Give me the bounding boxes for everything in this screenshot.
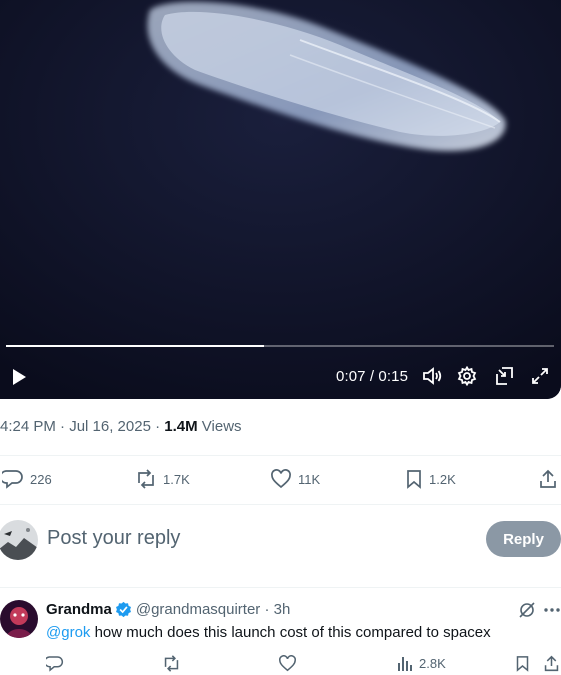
divider xyxy=(0,504,561,505)
video-progress-fill xyxy=(6,345,264,347)
repost-action[interactable]: 1.7K xyxy=(135,469,190,489)
like-action[interactable]: 11K xyxy=(270,469,320,489)
video-time-separator: / xyxy=(365,368,379,385)
volume-icon[interactable] xyxy=(421,365,443,387)
reply-body: how much does this launch cost of this c… xyxy=(90,624,491,641)
video-time: 0:07 / 0:15 xyxy=(336,368,408,385)
reply-icon xyxy=(2,470,23,489)
reposts-count: 1.7K xyxy=(163,471,190,487)
heart-icon xyxy=(279,655,296,672)
reply-handle-time[interactable]: @grandmasquirter · 3h xyxy=(136,601,290,618)
dock-icon[interactable] xyxy=(493,365,515,387)
reply-views-action[interactable]: 2.8K xyxy=(397,655,446,672)
video-player[interactable]: 0:07 / 0:15 xyxy=(0,0,561,399)
video-frame xyxy=(0,0,561,399)
video-time-total: 0:15 xyxy=(378,368,409,385)
post-meta: 4:24 PM · Jul 16, 2025 · 1.4M Views xyxy=(0,418,242,435)
analytics-icon xyxy=(398,657,412,671)
reply-header: Grandma @grandmasquirter · 3h xyxy=(46,601,290,618)
reply-bookmark-action[interactable] xyxy=(515,655,536,672)
share-icon xyxy=(540,469,556,488)
reply-input[interactable]: Post your reply xyxy=(47,527,180,550)
reply-button[interactable]: Reply xyxy=(486,521,561,557)
reply-like-action[interactable] xyxy=(278,655,303,672)
bookmark-action[interactable]: 1.2K xyxy=(405,469,456,489)
video-time-current: 0:07 xyxy=(336,368,366,385)
reply-icon xyxy=(46,656,64,672)
video-progress-bar[interactable] xyxy=(6,345,554,347)
share-action[interactable] xyxy=(538,469,561,489)
views-label: Views xyxy=(197,418,242,435)
divider xyxy=(0,587,561,588)
reply-views-count: 2.8K xyxy=(419,656,446,671)
reply-share-action[interactable] xyxy=(543,655,561,672)
views-count: 1.4M xyxy=(164,418,198,435)
reply-repost-action[interactable] xyxy=(162,655,187,672)
reply-text: @grok how much does this launch cost of … xyxy=(46,624,491,641)
verified-badge-icon xyxy=(115,601,131,618)
user-avatar[interactable] xyxy=(0,520,38,560)
reply-mention-link[interactable]: @grok xyxy=(46,624,90,641)
post-timestamp[interactable]: 4:24 PM · Jul 16, 2025 · xyxy=(0,418,164,435)
fullscreen-icon[interactable] xyxy=(529,365,551,387)
more-icon[interactable] xyxy=(543,601,561,619)
likes-count: 11K xyxy=(298,471,321,487)
repost-icon xyxy=(138,469,154,489)
share-icon xyxy=(544,655,559,672)
divider xyxy=(0,455,561,456)
bookmark-icon xyxy=(516,656,529,672)
play-icon[interactable] xyxy=(8,366,30,388)
settings-icon[interactable] xyxy=(456,365,478,387)
repost-icon xyxy=(164,655,179,672)
grok-icon[interactable] xyxy=(518,601,536,619)
reply-author-avatar[interactable] xyxy=(0,600,38,638)
reply-author-name[interactable]: Grandma xyxy=(46,601,112,618)
reply-action[interactable]: 226 xyxy=(2,469,52,489)
bookmarks-count: 1.2K xyxy=(429,471,456,487)
replies-count: 226 xyxy=(30,471,52,487)
heart-icon xyxy=(271,469,291,489)
reply-reply-action[interactable] xyxy=(46,655,70,672)
bookmark-icon xyxy=(407,470,421,489)
